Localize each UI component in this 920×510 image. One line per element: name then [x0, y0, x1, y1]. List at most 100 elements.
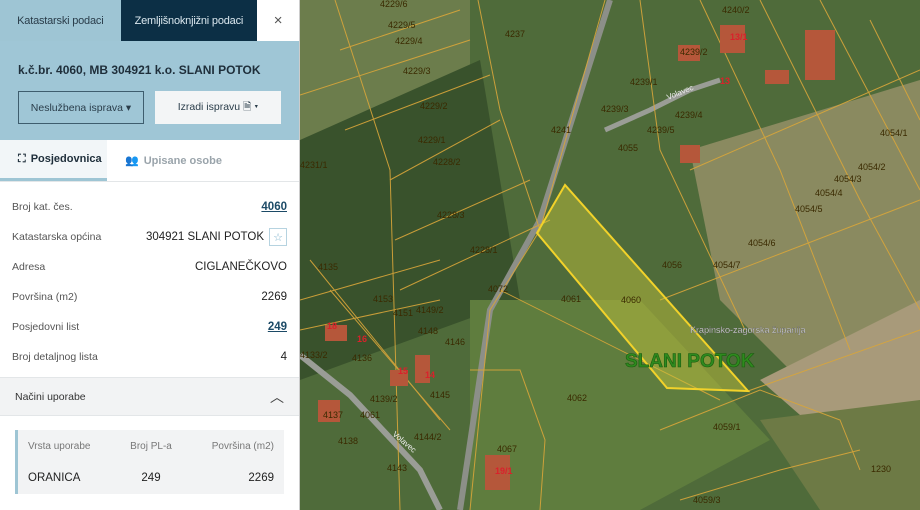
detail-label: Katastarska općina — [12, 231, 102, 243]
parcel-label: 4146 — [445, 337, 465, 347]
cadastral-map[interactable]: 4229/6 4229/5 4229/4 4237 4229/3 4229/2 … — [300, 0, 920, 510]
usage-section-header[interactable]: Načini uporabe ︿ — [0, 377, 299, 416]
column-header: Vrsta uporabe — [28, 440, 91, 452]
close-icon[interactable]: × — [257, 0, 299, 41]
parcel-label: 4137 — [323, 410, 343, 420]
parcel-label: 4229/4 — [395, 36, 423, 46]
tab-posjedovnica[interactable]: ⛶ Posjedovnica — [0, 140, 107, 181]
parcel-label: 4239/3 — [601, 104, 629, 114]
tab-cadastral-data[interactable]: Katastarski podaci — [0, 0, 121, 41]
chevron-up-icon[interactable]: ︿ — [270, 387, 284, 407]
detail-row: Broj kat. čes. 4060 — [12, 192, 287, 222]
parcel-label: 4136 — [352, 353, 372, 363]
parcel-label: 4060 — [621, 295, 641, 305]
parcel-info-panel: Katastarski podaci Zemljišnoknjižni poda… — [0, 0, 300, 510]
house-number-label: 18 — [327, 321, 337, 331]
parcel-label: 4239/4 — [675, 110, 703, 120]
detail-row: Adresa CIGLANEČKOVO — [12, 252, 287, 282]
parcel-label: 4229/5 — [388, 20, 416, 30]
parcel-label: 4229/3 — [403, 66, 431, 76]
parcel-label: 4239/5 — [647, 125, 675, 135]
section-title: Načini uporabe — [15, 390, 86, 403]
parcel-label: 4054/7 — [713, 260, 741, 270]
create-document-button[interactable]: Izradi ispravu 🗎 ▾ — [155, 91, 281, 124]
parcel-label: 4144/2 — [414, 432, 442, 442]
detail-row: Posjedovni list 249 — [12, 312, 287, 342]
parcel-label: 4138 — [338, 436, 358, 446]
parcel-label: 4229/1 — [418, 135, 446, 145]
parcel-label: 4239/1 — [630, 77, 658, 87]
tab-upisane-osobe[interactable]: 👥 Upisane osobe — [107, 140, 222, 181]
detail-label: Broj detaljnog lista — [12, 351, 98, 363]
detail-value: 4 — [280, 351, 287, 363]
people-icon: 👥 — [125, 155, 139, 167]
detail-row: Katastarska općina 304921 SLANI POTOK ☆ — [12, 222, 287, 252]
parcel-label: 4054/2 — [858, 162, 886, 172]
parcel-number-link[interactable]: 4060 — [261, 201, 287, 213]
unofficial-document-button[interactable]: Neslužbena isprava ▾ — [18, 91, 145, 124]
parcel-label: 4228/2 — [433, 157, 461, 167]
house-number-label: 15 — [398, 366, 408, 376]
parcel-label: 4239/2 — [680, 47, 708, 57]
tab-land-registry-data[interactable]: Zemljišnoknjižni podaci — [120, 0, 258, 41]
detail-row: Broj detaljnog lista 4 — [12, 342, 287, 372]
house-number-label: 19/1 — [495, 466, 513, 476]
tab-label: Upisane osobe — [143, 154, 222, 167]
parcel-label: 4061 — [360, 410, 380, 420]
county-label: Krapinsko-zagorska županija — [690, 325, 806, 335]
parcel-label: 4149/2 — [416, 305, 444, 315]
parcel-label: 4228/3 — [437, 210, 465, 220]
parcel-label: 4228/1 — [470, 245, 498, 255]
parcel-label: 4054/6 — [748, 238, 776, 248]
house-number-label: 13 — [720, 76, 730, 86]
parcel-label: 4139/2 — [370, 394, 398, 404]
parcel-label: 4135 — [318, 262, 338, 272]
parcel-label: 4241 — [551, 125, 571, 135]
parcel-label: 4054/3 — [834, 174, 862, 184]
detail-row: Površina (m2) 2269 — [12, 282, 287, 312]
parcel-label: 4237 — [505, 29, 525, 39]
parcel-label: 4054/4 — [815, 188, 843, 198]
detail-value: 304921 SLANI POTOK — [145, 231, 264, 243]
parcel-label: 4059/1 — [713, 422, 741, 432]
detail-label: Površina (m2) — [12, 291, 78, 303]
parcel-label: 4062 — [567, 393, 587, 403]
parcel-label: 4059/3 — [693, 495, 721, 505]
detail-value: 2269 — [261, 291, 287, 303]
possession-sheet-link[interactable]: 249 — [268, 321, 287, 333]
parcel-label: 4072 — [488, 284, 508, 294]
usage-table: Vrsta uporabe Broj PL-a Površina (m2) ORAN… — [15, 430, 284, 494]
detail-value: CIGLANEČKOVO — [194, 261, 287, 273]
municipality-label: SLANI POTOK — [625, 351, 755, 372]
table-row: ORANICA 249 2269 — [28, 462, 274, 494]
table-cell: 2269 — [248, 472, 274, 484]
parcel-label: 4145 — [430, 390, 450, 400]
parcel-label: 4231/1 — [300, 160, 328, 170]
parcel-label: 1230 — [871, 464, 891, 474]
tab-label: Posjedovnica — [30, 153, 102, 165]
map-pin-icon: ⛶ — [18, 152, 26, 165]
detail-label: Broj kat. čes. — [12, 201, 73, 213]
parcel-label: 4151 — [393, 308, 413, 318]
parcel-label: 4054/5 — [795, 204, 823, 214]
parcel-title: k.č.br. 4060, MB 304921 k.o. SLANI POTOK — [18, 63, 261, 77]
parcel-label: 4229/6 — [380, 0, 408, 9]
parcel-label: 4229/2 — [420, 101, 448, 111]
house-number-label: 14 — [425, 370, 435, 380]
favorite-star-icon[interactable]: ☆ — [269, 228, 287, 246]
detail-label: Posjedovni list — [12, 321, 80, 333]
parcel-label: 4153 — [373, 294, 393, 304]
parcel-label: 4067 — [497, 444, 517, 454]
parcel-label: 4148 — [418, 326, 438, 336]
detail-label: Adresa — [12, 261, 46, 273]
table-cell: ORANICA — [28, 472, 81, 484]
parcel-label: 4054/1 — [880, 128, 908, 138]
house-number-label: 13/1 — [730, 32, 748, 42]
house-number-label: 16 — [357, 334, 367, 344]
parcel-label: 4061 — [561, 294, 581, 304]
parcel-label: 4143 — [387, 463, 407, 473]
column-header: Broj PL-a — [130, 440, 172, 452]
table-cell: 249 — [141, 472, 161, 484]
parcel-label: 4133/2 — [300, 350, 328, 360]
parcel-label: 4055 — [618, 143, 638, 153]
